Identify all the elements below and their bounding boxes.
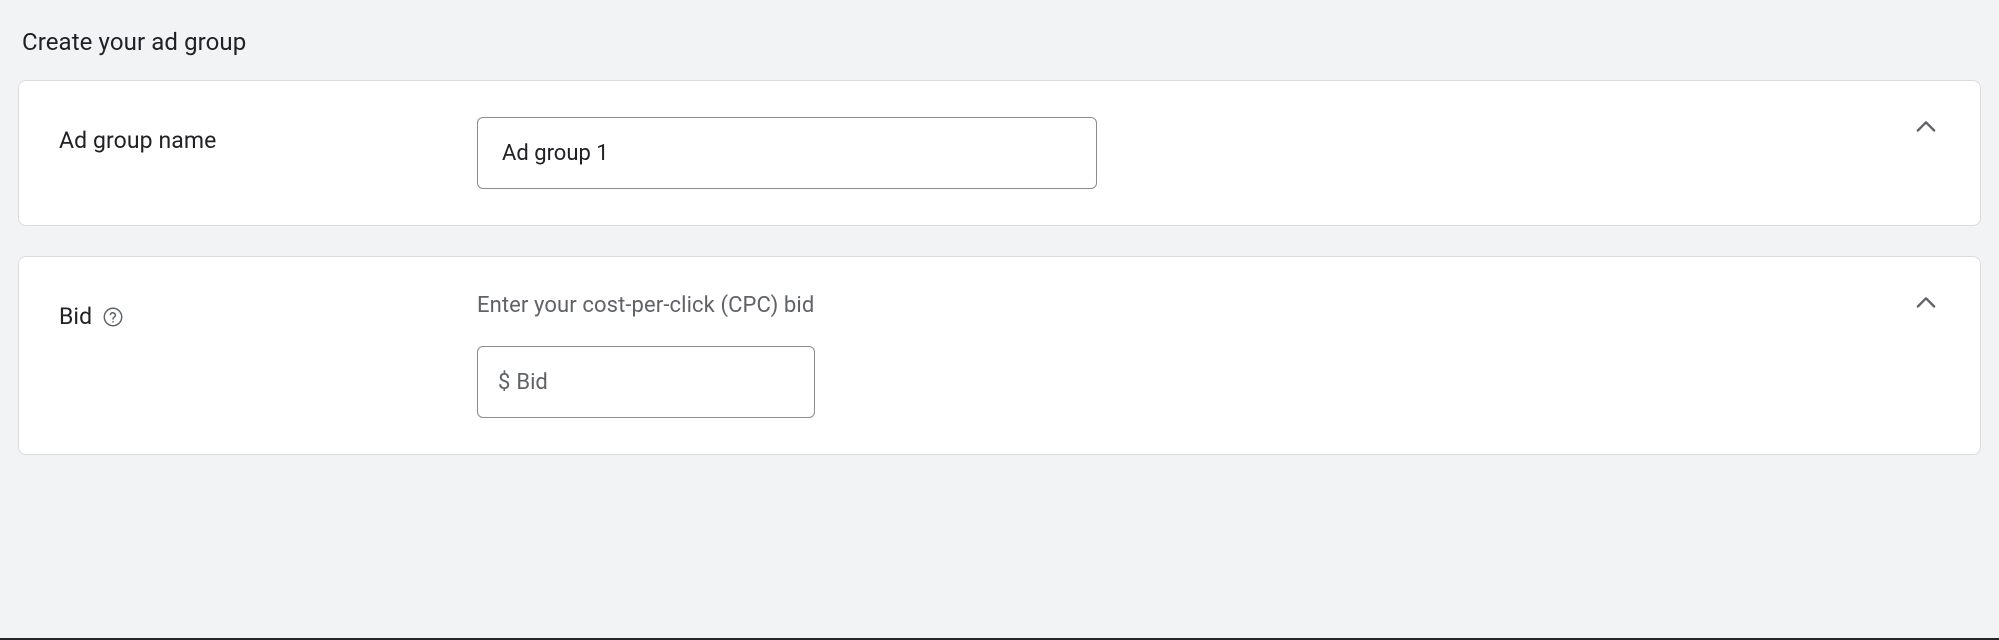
ad-group-name-card: Ad group name	[18, 80, 1981, 226]
chevron-up-icon	[1912, 113, 1940, 145]
currency-symbol: $	[498, 370, 510, 395]
bid-card: Bid Enter your cost-per-click (CPC) bid …	[18, 256, 1981, 455]
page-title: Create your ad group	[18, 0, 1981, 80]
bid-label: Bid	[59, 303, 92, 330]
chevron-up-icon	[1912, 289, 1940, 321]
collapse-button-bid[interactable]	[1908, 287, 1944, 323]
ad-group-name-label: Ad group name	[59, 127, 216, 154]
ad-group-name-field[interactable]	[477, 117, 1097, 189]
bid-hint: Enter your cost-per-click (CPC) bid	[477, 293, 1940, 318]
bid-input[interactable]	[516, 370, 794, 395]
ad-group-name-input[interactable]	[502, 141, 1072, 166]
help-icon[interactable]	[102, 306, 124, 328]
bid-field[interactable]: $	[477, 346, 815, 418]
collapse-button-ad-group-name[interactable]	[1908, 111, 1944, 147]
